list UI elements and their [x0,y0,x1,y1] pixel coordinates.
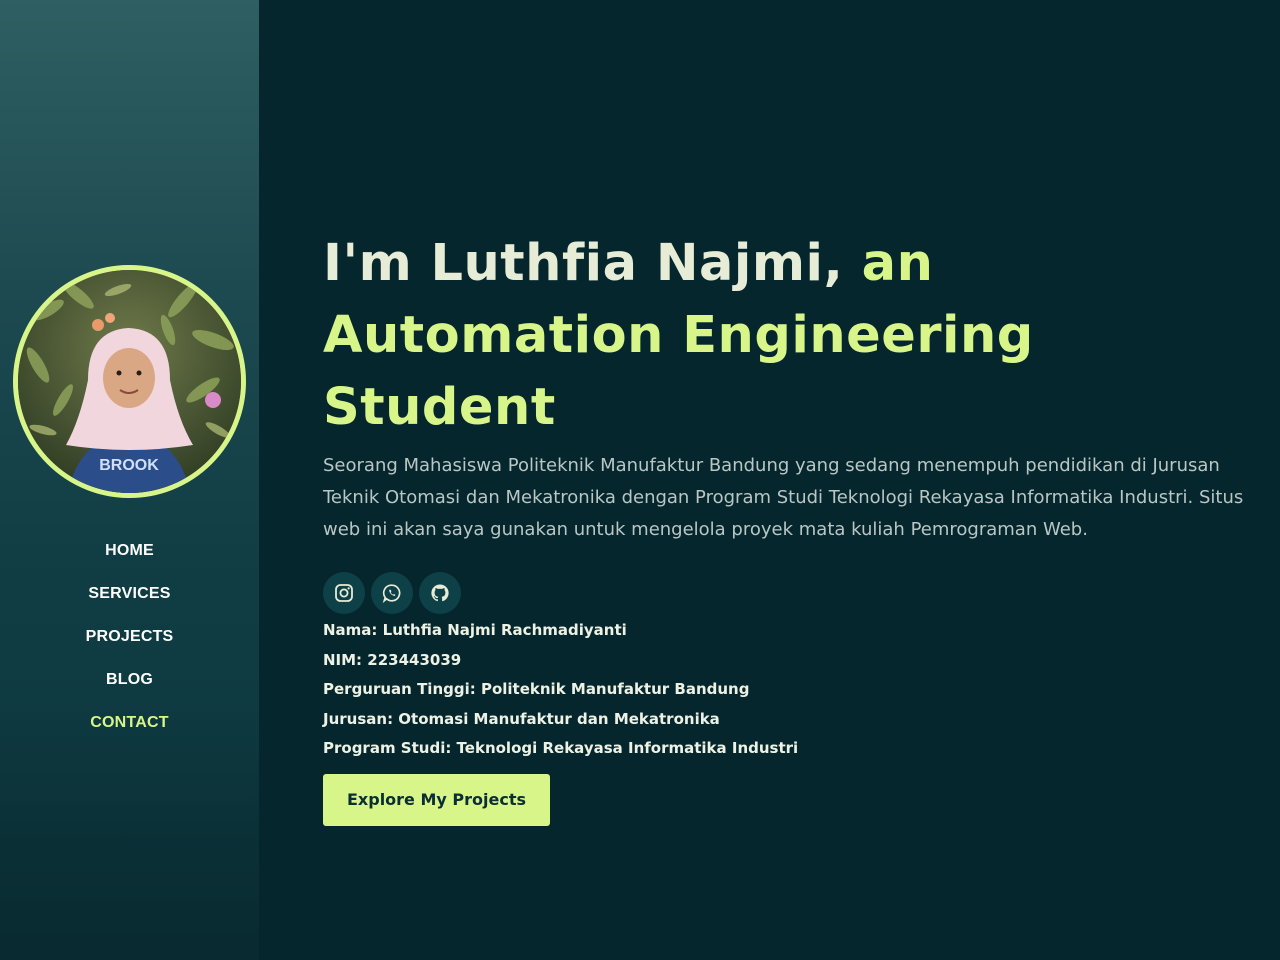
nav-item-services[interactable]: SERVICES [0,581,259,624]
hero-section: I'm Luthfia Najmi, an Automation Enginee… [323,228,1273,826]
hero-headline: I'm Luthfia Najmi, an Automation Enginee… [323,228,1273,444]
github-button[interactable] [419,572,461,614]
info-department: Jurusan: Otomasi Manufaktur dan Mekatron… [323,709,720,728]
nav-item-home[interactable]: HOME [0,538,259,581]
profile-info: Nama: Luthfia Najmi Rachmadiyanti NIM: 2… [323,616,1273,764]
hero-description: Seorang Mahasiswa Politeknik Manufaktur … [323,455,1244,540]
sidebar: BROOK HOME SERVICES PROJECTS BLOG CONTAC… [0,0,259,960]
nav-item-contact[interactable]: CONTACT [0,710,259,753]
whatsapp-icon [382,584,401,603]
info-study-program: Program Studi: Teknologi Rekayasa Inform… [323,739,799,757]
social-links [323,572,1273,614]
explore-projects-button[interactable]: Explore My Projects [323,773,550,826]
headline-intro: I'm Luthfia Najmi, [323,234,844,293]
info-name: Nama: Luthfia Najmi Rachmadiyanti [323,621,627,639]
instagram-button[interactable] [323,572,365,614]
main-nav: HOME SERVICES PROJECTS BLOG CONTACT [0,538,259,753]
info-nim: NIM: 223443039 [323,650,462,669]
profile-photo: BROOK [18,270,241,493]
whatsapp-button[interactable] [371,572,413,614]
info-university: Perguruan Tinggi: Politeknik Manufaktur … [323,680,750,698]
nav-item-projects[interactable]: PROJECTS [0,624,259,667]
page: BROOK HOME SERVICES PROJECTS BLOG CONTAC… [0,0,1280,960]
svg-text:BROOK: BROOK [99,457,159,474]
github-icon [431,584,449,602]
avatar: BROOK [13,265,246,498]
instagram-icon [335,584,353,602]
nav-item-blog[interactable]: BLOG [0,667,259,710]
